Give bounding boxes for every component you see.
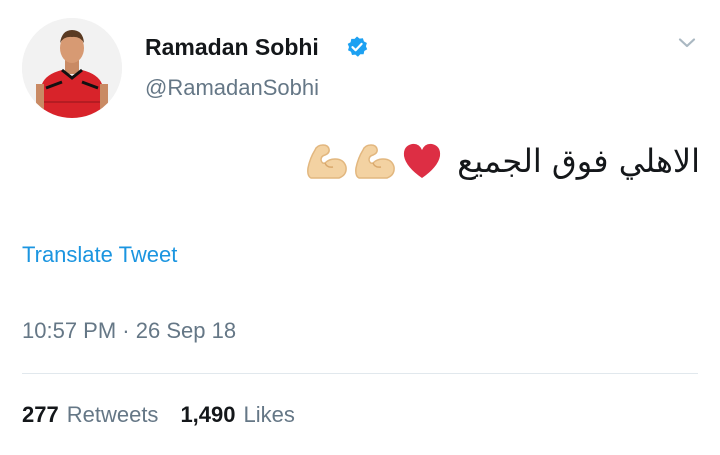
likes-stat[interactable]: 1,490 Likes xyxy=(180,402,294,428)
flexed-biceps-icon xyxy=(349,140,397,182)
retweets-label: Retweets xyxy=(66,402,159,427)
retweets-stat[interactable]: 277 Retweets xyxy=(22,402,158,428)
tweet-body: الاهلي فوق الجميع xyxy=(301,140,700,182)
tweet-date: 26 Sep 18 xyxy=(135,318,237,343)
avatar[interactable] xyxy=(22,18,122,118)
tweet-text: الاهلي فوق الجميع xyxy=(457,142,700,180)
tweet-card: Ramadan Sobhi @RamadanSobhi الاهلي فوق ا… xyxy=(0,0,720,455)
likes-label: Likes xyxy=(243,402,295,427)
emoji-group xyxy=(301,140,443,182)
tweet-time: 10:57 PM xyxy=(22,318,117,343)
retweets-count: 277 xyxy=(22,402,59,427)
user-handle[interactable]: @RamadanSobhi xyxy=(145,75,319,101)
translate-tweet-link[interactable]: Translate Tweet xyxy=(22,242,177,268)
tweet-timestamp[interactable]: 10:57 PM · 26 Sep 18 xyxy=(22,318,236,344)
heart-icon xyxy=(397,141,443,181)
flexed-biceps-icon xyxy=(301,140,349,182)
timestamp-separator: · xyxy=(122,318,130,343)
chevron-down-icon[interactable] xyxy=(676,32,698,54)
likes-count: 1,490 xyxy=(180,402,236,427)
tweet-stats: 277 Retweets 1,490 Likes xyxy=(22,402,295,428)
display-name[interactable]: Ramadan Sobhi xyxy=(145,34,319,61)
divider xyxy=(22,373,698,374)
verified-badge-icon xyxy=(345,35,369,59)
